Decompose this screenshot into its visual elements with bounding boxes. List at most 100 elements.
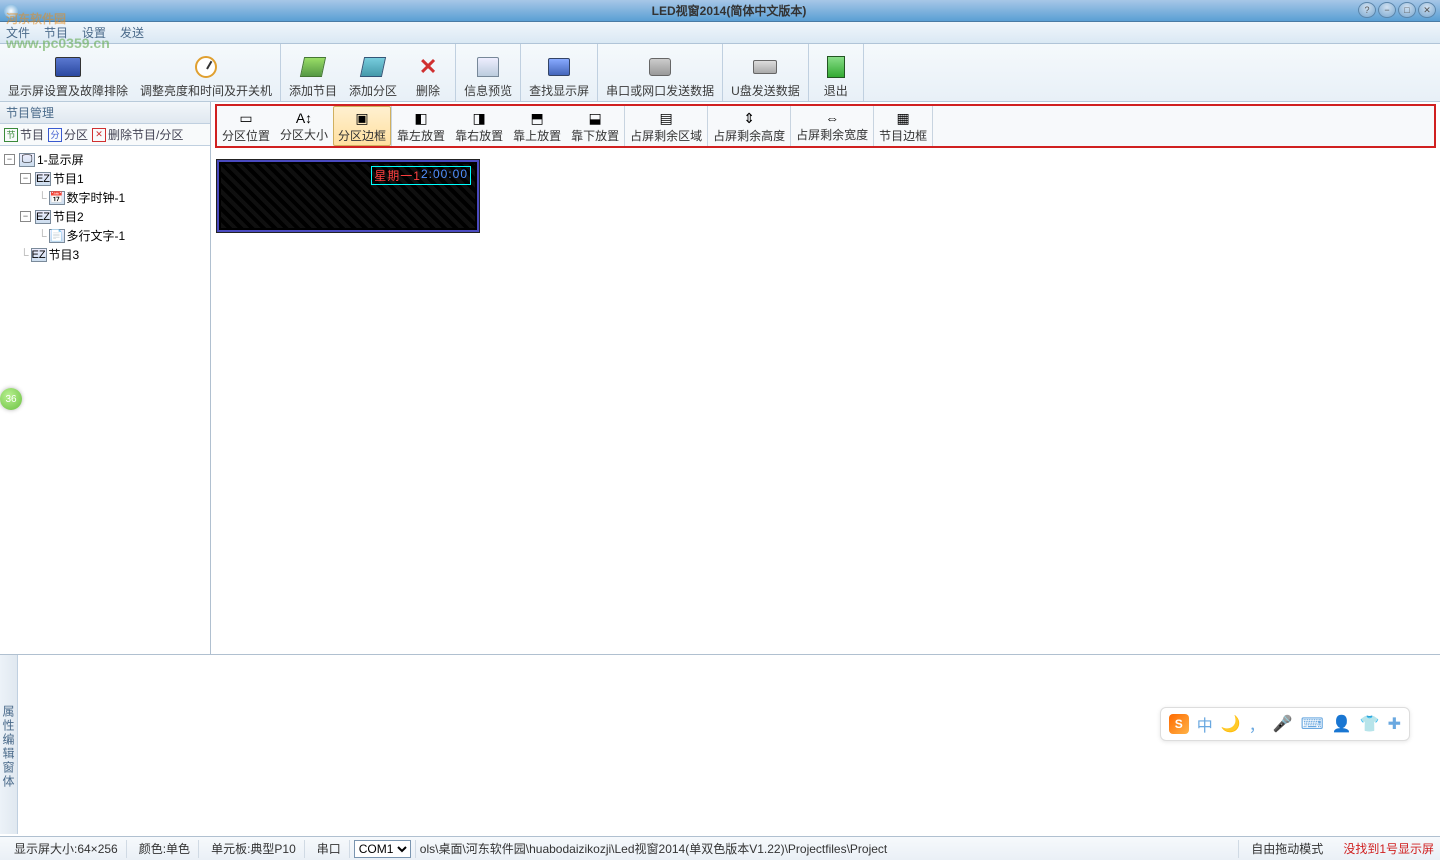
status-path: ols\桌面\河东软件园\huabodaizikozji\Led视窗2014(单… xyxy=(415,840,1240,858)
toolbar-usb-send[interactable]: U盘发送数据 xyxy=(725,44,806,101)
tree-node[interactable]: −🖵1-显示屏 xyxy=(2,150,208,169)
sec-label: 分区边框 xyxy=(338,127,386,144)
ime-moon-icon[interactable]: 🌙 xyxy=(1221,714,1241,734)
sec-label: 占屏剩余宽度 xyxy=(796,126,868,143)
sec-icon: A↕ xyxy=(295,110,313,126)
menu-settings[interactable]: 设置 xyxy=(82,24,106,41)
node-icon: 📄 xyxy=(49,229,65,243)
program-tree[interactable]: −🖵1-显示屏−EZ节目1└📅数字时钟-1−EZ节目2└📄多行文字-1└EZ节目… xyxy=(0,146,210,654)
sec-btn-2[interactable]: ▣分区边框 xyxy=(333,106,391,146)
node-icon: EZ xyxy=(35,172,51,186)
tree-btn-partition[interactable]: 分 分区 xyxy=(48,126,88,143)
sec-label: 分区大小 xyxy=(280,126,328,143)
tree-toolbar: 节 节目 分 分区 ✕ 删除节目/分区 xyxy=(0,124,210,146)
menu-program[interactable]: 节目 xyxy=(44,24,68,41)
close-button[interactable]: ✕ xyxy=(1418,2,1436,18)
sec-btn-1[interactable]: A↕分区大小 xyxy=(275,106,333,146)
tree-node[interactable]: −EZ节目2 xyxy=(2,207,208,226)
network-icon xyxy=(646,53,674,81)
sec-btn-6[interactable]: ⬓靠下放置 xyxy=(566,106,624,146)
toolbar-serial-send[interactable]: 串口或网口发送数据 xyxy=(600,44,720,101)
tree-btn-program[interactable]: 节 节目 xyxy=(4,126,44,143)
com-port-select[interactable]: COM1 xyxy=(354,840,411,858)
toolbar-exit[interactable]: 退出 xyxy=(811,44,861,101)
sec-btn-9[interactable]: ⇔占屏剩余宽度 xyxy=(791,106,873,146)
window-title: LED视窗2014(简体中文版本) xyxy=(22,2,1436,19)
delete-icon: ✕ xyxy=(92,128,106,142)
sec-icon: ⇕ xyxy=(740,110,758,127)
menu-file[interactable]: 文件 xyxy=(6,24,30,41)
toolbar-find-screen[interactable]: 查找显示屏 xyxy=(523,44,595,101)
clock-zone[interactable]: 星期一12:00:00 xyxy=(371,166,471,185)
exit-icon xyxy=(822,53,850,81)
toolbar-delete[interactable]: ✕ 删除 xyxy=(403,44,453,101)
partition-icon: 分 xyxy=(48,128,62,142)
status-screen-size: 显示屏大小:64×256 xyxy=(6,840,127,858)
node-label: 节目1 xyxy=(53,170,84,187)
sec-icon: ⇔ xyxy=(823,110,841,126)
node-label: 数字时钟-1 xyxy=(67,189,126,206)
ime-toolbar[interactable]: S 中 🌙 ， 🎤 ⌨ 👤 👕 ✚ xyxy=(1160,707,1410,741)
sec-btn-5[interactable]: ⬒靠上放置 xyxy=(508,106,566,146)
ime-tool-icon[interactable]: ✚ xyxy=(1388,714,1401,734)
monitor-icon xyxy=(545,53,573,81)
sec-label: 靠上放置 xyxy=(513,127,561,144)
tree-node[interactable]: └📄多行文字-1 xyxy=(2,226,208,245)
status-error: 没找到1号显示屏 xyxy=(1335,840,1434,857)
tree-node[interactable]: └📅数字时钟-1 xyxy=(2,188,208,207)
node-icon: EZ xyxy=(31,248,47,262)
main-toolbar: 显示屏设置及故障排除 调整亮度和时间及开关机 添加节目 添加分区 ✕ 删除 信息… xyxy=(0,44,1440,102)
sec-label: 靠左放置 xyxy=(397,127,445,144)
toolbar-add-partition[interactable]: 添加分区 xyxy=(343,44,403,101)
titlebar: LED视窗2014(简体中文版本) ? − □ ✕ xyxy=(0,0,1440,22)
sec-btn-8[interactable]: ⇕占屏剩余高度 xyxy=(708,106,790,146)
tree-btn-delete[interactable]: ✕ 删除节目/分区 xyxy=(92,126,183,143)
sec-icon: ▦ xyxy=(894,110,912,127)
ime-keyboard-icon[interactable]: ⌨ xyxy=(1301,714,1324,734)
add-partition-icon xyxy=(359,53,387,81)
node-label: 多行文字-1 xyxy=(67,227,126,244)
sec-icon: ▣ xyxy=(353,110,371,127)
sec-btn-0[interactable]: ▭分区位置 xyxy=(217,106,275,146)
maximize-button[interactable]: □ xyxy=(1398,2,1416,18)
sec-label: 占屏剩余区域 xyxy=(630,127,702,144)
status-mode: 自由拖动模式 xyxy=(1243,840,1331,858)
sec-btn-4[interactable]: ◨靠右放置 xyxy=(450,106,508,146)
ime-user-icon[interactable]: 👤 xyxy=(1332,714,1352,734)
status-port-label: 串口 xyxy=(309,840,350,858)
help-button[interactable]: ? xyxy=(1358,2,1376,18)
tree-node[interactable]: └EZ节目3 xyxy=(2,245,208,264)
sec-btn-7[interactable]: ▤占屏剩余区域 xyxy=(625,106,707,146)
node-label: 1-显示屏 xyxy=(37,151,84,168)
toolbar-add-program[interactable]: 添加节目 xyxy=(283,44,343,101)
ime-lang[interactable]: 中 xyxy=(1197,712,1213,736)
left-panel-header: 节目管理 xyxy=(0,102,210,124)
sec-btn-10[interactable]: ▦节目边框 xyxy=(874,106,932,146)
screen-icon xyxy=(54,53,82,81)
sec-icon: ▭ xyxy=(237,110,255,127)
sec-icon: ⬒ xyxy=(528,110,546,127)
content: 节目管理 节 节目 分 分区 ✕ 删除节目/分区 −🖵1-显示屏−EZ节目1└📅… xyxy=(0,102,1440,654)
menu-send[interactable]: 发送 xyxy=(120,24,144,41)
minimize-button[interactable]: − xyxy=(1378,2,1396,18)
toolbar-preview[interactable]: 信息预览 xyxy=(458,44,518,101)
tree-toggle-icon[interactable]: − xyxy=(4,154,15,165)
program-icon: 节 xyxy=(4,128,18,142)
toolbar-brightness-time[interactable]: 调整亮度和时间及开关机 xyxy=(134,44,278,101)
status-board: 单元板:典型P10 xyxy=(203,840,305,858)
tree-toggle-icon[interactable]: − xyxy=(20,211,31,222)
properties-tab[interactable]: 属性编辑窗体 xyxy=(0,655,18,834)
preview-canvas[interactable]: 星期一12:00:00 xyxy=(211,154,1440,654)
ime-skin-icon[interactable]: 👕 xyxy=(1360,714,1380,734)
toolbar-screen-settings[interactable]: 显示屏设置及故障排除 xyxy=(2,44,134,101)
tree-node[interactable]: −EZ节目1 xyxy=(2,169,208,188)
ime-logo-icon: S xyxy=(1169,714,1189,734)
status-color: 颜色:单色 xyxy=(131,840,199,858)
ime-punct-icon[interactable]: ， xyxy=(1249,712,1265,736)
tree-toggle-icon[interactable]: − xyxy=(20,173,31,184)
led-screen-preview[interactable]: 星期一12:00:00 xyxy=(217,160,479,232)
ime-mic-icon[interactable]: 🎤 xyxy=(1273,714,1293,734)
sec-btn-3[interactable]: ◧靠左放置 xyxy=(392,106,450,146)
node-icon: EZ xyxy=(35,210,51,224)
sec-icon: ⬓ xyxy=(586,110,604,127)
